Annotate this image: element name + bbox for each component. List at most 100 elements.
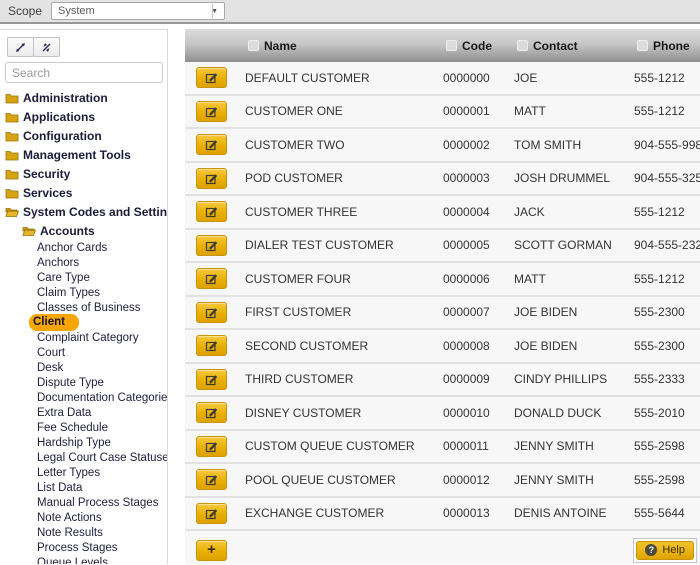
tree-folder[interactable]: Management Tools [0, 145, 167, 164]
edit-cell [185, 436, 245, 457]
tree-item[interactable]: Desk [0, 360, 167, 375]
table-row: THIRD CUSTOMER 0000009 CINDY PHILLIPS 55… [185, 364, 700, 398]
column-checkbox-name[interactable] [248, 40, 259, 51]
tree-item[interactable]: Note Results [0, 525, 167, 540]
edit-button[interactable] [196, 436, 227, 457]
expand-all-button[interactable] [7, 37, 34, 57]
tree-item[interactable]: Claim Types [0, 285, 167, 300]
tree-folder-label: Configuration [23, 129, 102, 143]
cell-contact: MATT [514, 104, 634, 118]
edit-button[interactable] [196, 469, 227, 490]
column-label: Phone [653, 39, 690, 53]
tree-folder[interactable]: Security [0, 164, 167, 183]
column-header-contact[interactable]: Contact [514, 39, 634, 53]
edit-button[interactable] [196, 268, 227, 289]
tree-item-label: Hardship Type [33, 436, 115, 450]
table-row: EXCHANGE CUSTOMER 0000013 DENIS ANTOINE … [185, 498, 700, 532]
edit-icon [205, 172, 218, 185]
edit-button[interactable] [196, 402, 227, 423]
folder-open-icon [5, 206, 19, 218]
column-label: Name [264, 39, 297, 53]
tree-item[interactable]: Queue Levels [0, 555, 167, 564]
tree-folder[interactable]: Administration [0, 88, 167, 107]
tree-folder[interactable]: Configuration [0, 126, 167, 145]
tree-item[interactable]: Process Stages [0, 540, 167, 555]
tree-folder-label: Accounts [40, 224, 95, 238]
edit-button[interactable] [196, 134, 227, 155]
edit-button[interactable] [196, 235, 227, 256]
tree-item-label: Letter Types [33, 466, 104, 480]
edit-button[interactable] [196, 369, 227, 390]
edit-button[interactable] [196, 67, 227, 88]
tree-item[interactable]: Documentation Categories [0, 390, 167, 405]
edit-button[interactable] [196, 168, 227, 189]
tree-item[interactable]: Extra Data [0, 405, 167, 420]
tree-item[interactable]: Anchor Cards [0, 240, 167, 255]
table-row: DISNEY CUSTOMER 0000010 DONALD DUCK 555-… [185, 397, 700, 431]
edit-cell [185, 302, 245, 323]
column-checkbox-phone[interactable] [637, 40, 648, 51]
tree-folder-accounts[interactable]: Accounts [0, 221, 167, 240]
column-label: Code [462, 39, 492, 53]
cell-phone: 555-2598 [634, 439, 700, 453]
tree-item[interactable]: Hardship Type [0, 435, 167, 450]
tree-folder-label: Services [23, 186, 72, 200]
table-row: CUSTOM QUEUE CUSTOMER 0000011 JENNY SMIT… [185, 431, 700, 465]
tree-item-label: Claim Types [33, 286, 104, 300]
edit-icon [205, 272, 218, 285]
tree-item[interactable]: Court [0, 345, 167, 360]
column-header-code[interactable]: Code [443, 39, 514, 53]
cell-name: CUSTOMER ONE [245, 104, 443, 118]
cell-name: CUSTOM QUEUE CUSTOMER [245, 439, 443, 453]
cell-phone: 555-1212 [634, 71, 700, 85]
help-button[interactable]: ? Help [636, 541, 694, 560]
table-footer: + ? Help [185, 531, 700, 565]
cell-name: DIALER TEST CUSTOMER [245, 238, 443, 252]
help-button-label: Help [662, 544, 685, 556]
edit-cell [185, 134, 245, 155]
edit-icon [205, 339, 218, 352]
edit-button[interactable] [196, 335, 227, 356]
add-client-button[interactable]: + [196, 540, 227, 561]
tree-item[interactable]: Note Actions [0, 510, 167, 525]
column-checkbox-code[interactable] [446, 40, 457, 51]
edit-button[interactable] [196, 201, 227, 222]
edit-button[interactable] [196, 101, 227, 122]
column-header-name[interactable]: Name [245, 39, 443, 53]
cell-contact: SCOTT GORMAN [514, 238, 634, 252]
cell-phone: 904-555-9984 [634, 138, 700, 152]
tree-item-label: Process Stages [33, 541, 122, 555]
cell-name: CUSTOMER THREE [245, 205, 443, 219]
tree-folder[interactable]: Applications [0, 107, 167, 126]
tree-item[interactable]: Classes of Business [0, 300, 167, 315]
tree-folder[interactable]: Services [0, 183, 167, 202]
edit-button[interactable] [196, 503, 227, 524]
tree-item-label: Desk [33, 361, 67, 375]
tree-item[interactable]: Anchors [0, 255, 167, 270]
tree-item[interactable]: Complaint Category [0, 330, 167, 345]
tree-item[interactable]: Dispute Type [0, 375, 167, 390]
edit-button[interactable] [196, 302, 227, 323]
edit-cell [185, 503, 245, 524]
column-header-phone[interactable]: Phone [634, 39, 700, 53]
table-row: DIALER TEST CUSTOMER 0000005 SCOTT GORMA… [185, 230, 700, 264]
tree-item[interactable]: Client [0, 315, 167, 330]
tree-item[interactable]: Letter Types [0, 465, 167, 480]
cell-phone: 555-2010 [634, 406, 700, 420]
edit-cell [185, 67, 245, 88]
tree-item[interactable]: Care Type [0, 270, 167, 285]
tree-item[interactable]: List Data [0, 480, 167, 495]
cell-phone: 555-2300 [634, 305, 700, 319]
column-checkbox-contact[interactable] [517, 40, 528, 51]
tree-item[interactable]: Fee Schedule [0, 420, 167, 435]
cell-name: FIRST CUSTOMER [245, 305, 443, 319]
tree-folder[interactable]: System Codes and Settings [0, 202, 167, 221]
edit-icon [205, 373, 218, 386]
collapse-all-button[interactable] [33, 37, 60, 57]
scope-select[interactable]: System ▼ [51, 2, 225, 20]
tree-item[interactable]: Manual Process Stages [0, 495, 167, 510]
edit-icon [205, 440, 218, 453]
search-input[interactable] [5, 62, 163, 83]
tree-item[interactable]: Legal Court Case Statuses [0, 450, 167, 465]
edit-cell [185, 168, 245, 189]
